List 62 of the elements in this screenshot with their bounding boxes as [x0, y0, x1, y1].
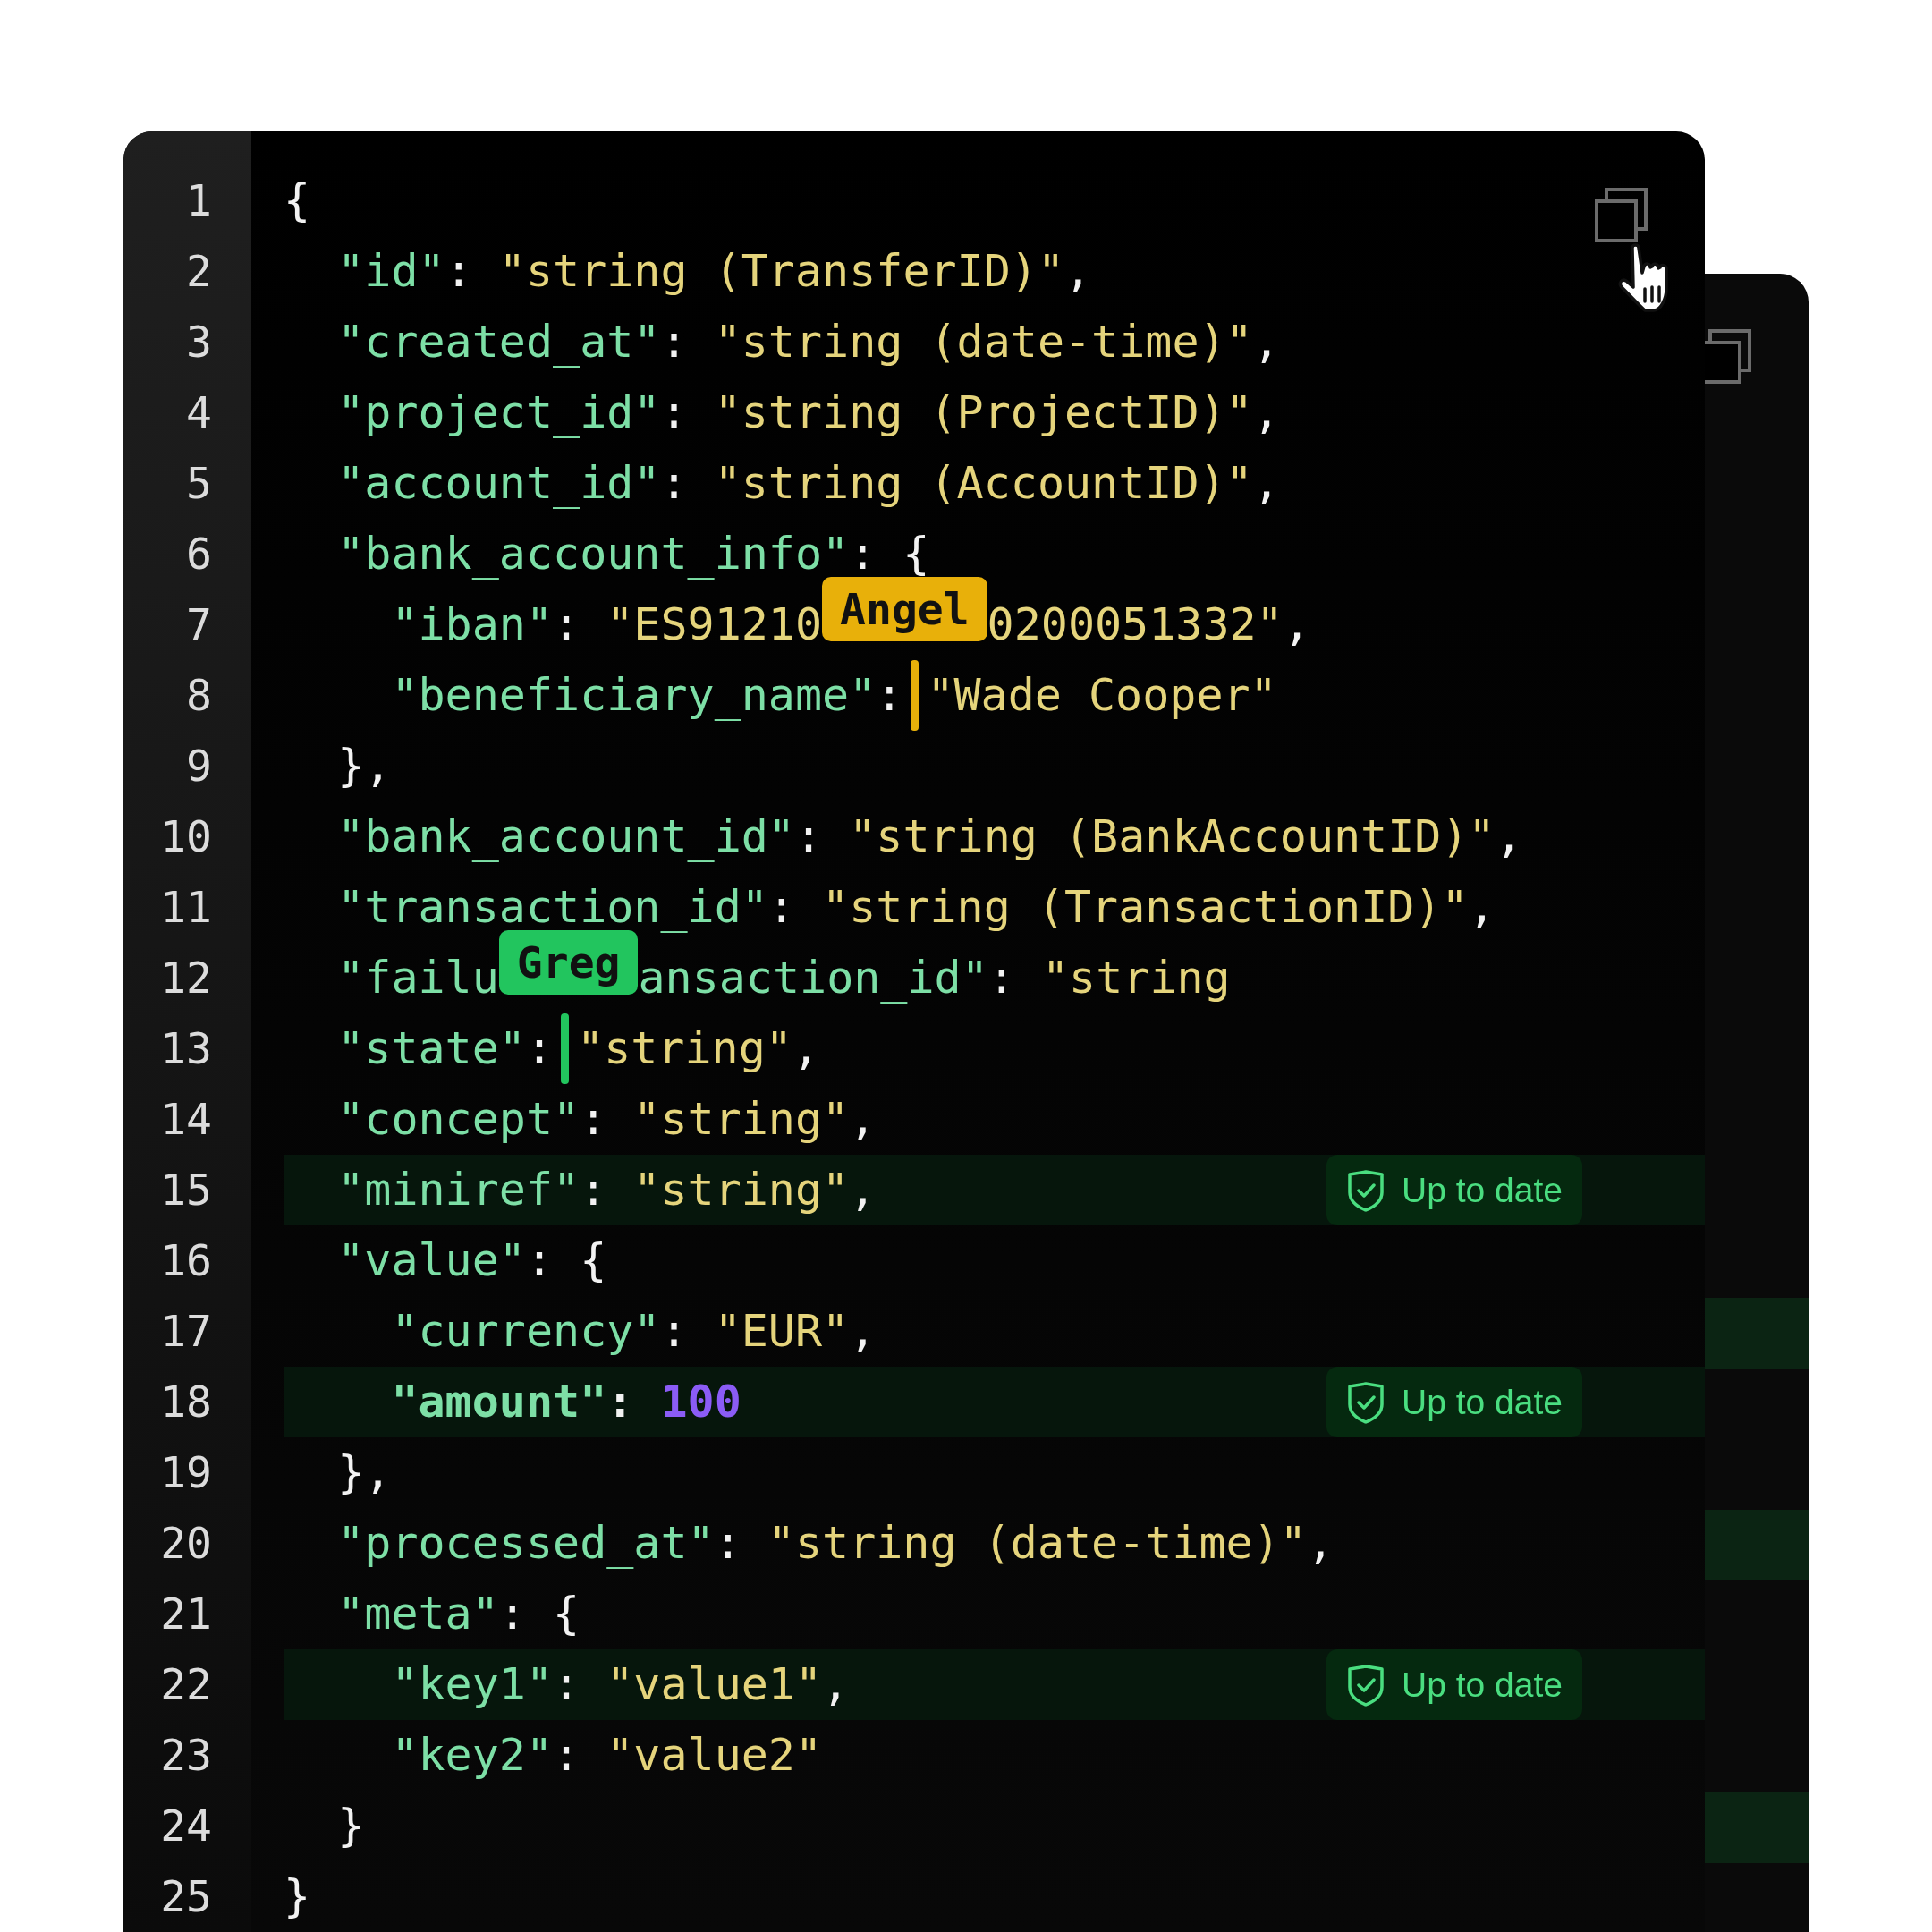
shield-check-icon — [1346, 1663, 1386, 1707]
line-number: 7 — [185, 598, 213, 651]
shield-check-icon — [1346, 1168, 1386, 1212]
code-text: } — [336, 1799, 365, 1853]
line-number: 24 — [159, 1800, 213, 1852]
code-text: "key1": "value1", — [390, 1657, 850, 1712]
badge-label: Up to date — [1402, 1173, 1563, 1208]
line-number: 16 — [159, 1234, 213, 1287]
code-text: "value": { — [336, 1233, 607, 1288]
shield-check-icon — [1346, 1380, 1386, 1424]
collaborator-label: Angel — [822, 577, 987, 641]
code-text: "miniref": "string", — [336, 1163, 877, 1217]
line-number: 20 — [159, 1517, 213, 1570]
line-number: 6 — [185, 528, 213, 580]
code-text: "string", — [577, 1021, 819, 1076]
code-text: ansaction_id": "string — [638, 951, 1231, 1005]
copy-icon[interactable] — [1595, 188, 1649, 242]
code-text: "bank_account_id": "string (BankAccountID)", — [336, 809, 1522, 864]
code-text: } — [284, 1869, 311, 1924]
line-number: 4 — [185, 386, 213, 439]
line-number: 2 — [185, 245, 213, 298]
code-text: "processed_at": "string (date-time)", — [336, 1516, 1335, 1571]
code-text: "failu — [336, 951, 499, 1005]
line-number: 9 — [185, 740, 213, 792]
badge-label: Up to date — [1402, 1667, 1563, 1702]
code-text: "concept": "string", — [336, 1092, 877, 1147]
line-number: 1 — [185, 174, 213, 227]
line-number: 13 — [159, 1022, 213, 1075]
line-number: 17 — [159, 1305, 213, 1358]
line-number: 3 — [185, 316, 213, 369]
code-text: "key2": "value2" — [390, 1728, 823, 1783]
line-number: 8 — [185, 669, 213, 722]
line-number: 25 — [159, 1870, 213, 1923]
line-number: 21 — [159, 1588, 213, 1640]
line-number: 19 — [159, 1446, 213, 1499]
code-text: { — [284, 174, 311, 228]
code-text: }, — [336, 1445, 392, 1500]
line-number: 15 — [159, 1164, 213, 1216]
line-number: 18 — [159, 1376, 213, 1428]
code-text: "created_at": "string (date-time)", — [336, 315, 1280, 369]
code-text: "Wade Cooper" — [927, 668, 1277, 723]
line-number: 12 — [159, 952, 213, 1004]
code-text: "meta": { — [336, 1587, 580, 1641]
line-number: 10 — [159, 810, 213, 863]
badge-label: Up to date — [1402, 1385, 1563, 1419]
code-text: "project_id": "string (ProjectID)", — [336, 386, 1280, 440]
copy-icon[interactable] — [1705, 329, 1753, 384]
line-number: 23 — [159, 1729, 213, 1782]
line-number: 22 — [159, 1658, 213, 1711]
code-text: "account_id": "string (AccountID)", — [336, 456, 1280, 511]
line-number: 11 — [159, 881, 213, 934]
code-text: 0200051332", — [987, 597, 1310, 652]
code-text: "id": "string (TransferID)", — [336, 244, 1092, 299]
code-text: "state": — [336, 1021, 554, 1076]
code-text: }, — [336, 739, 392, 793]
code-text: "beneficiary_name": — [390, 668, 903, 723]
code-text: "iban": "ES91210 — [390, 597, 823, 652]
collaborator-label: Greg — [498, 930, 639, 995]
code-text: "currency": "EUR", — [390, 1304, 877, 1359]
line-number: 5 — [185, 457, 213, 510]
code-text: "amount": 100 — [390, 1375, 741, 1429]
line-number: 14 — [159, 1093, 213, 1146]
